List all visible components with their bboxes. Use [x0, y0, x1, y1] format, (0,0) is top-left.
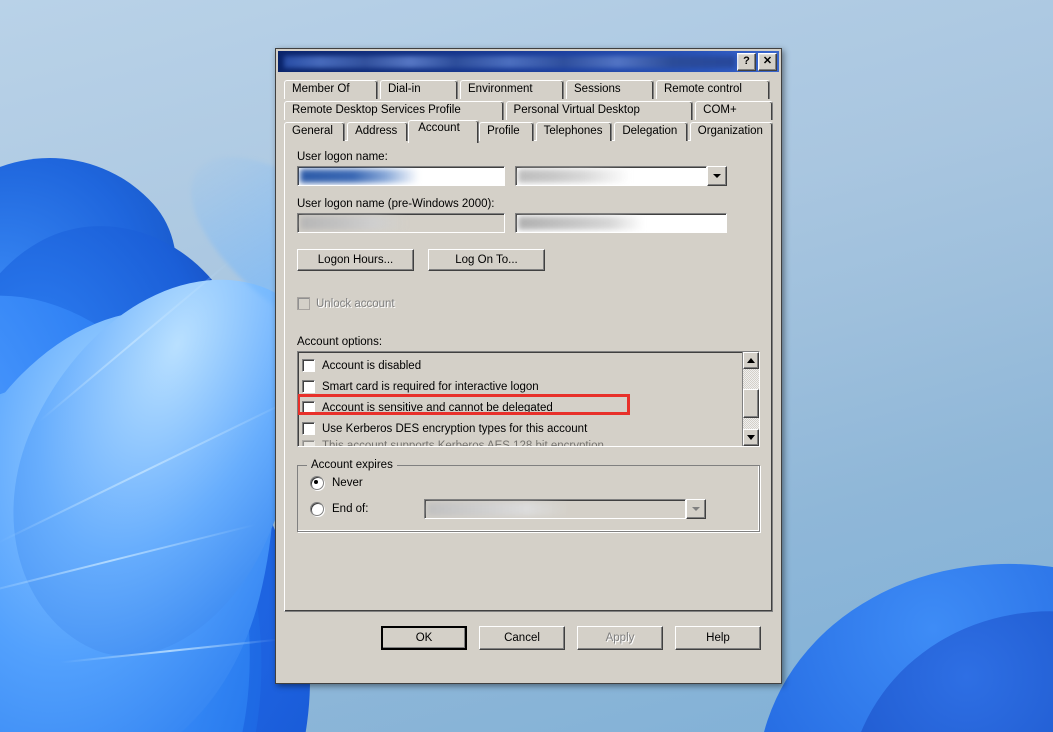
tab-row-1: Member Of Dial-in Environment Sessions R…: [284, 80, 773, 99]
tab-delegation[interactable]: Delegation: [614, 122, 688, 141]
account-expires-end-of-row[interactable]: End of:: [310, 499, 747, 519]
tab-row-3: General Address Account Profile Telephon…: [284, 120, 774, 143]
tab-telephones[interactable]: Telephones: [535, 122, 613, 141]
pre-windows-2000-row: [297, 213, 760, 233]
tab-remote-desktop-services-profile[interactable]: Remote Desktop Services Profile: [284, 101, 504, 120]
user-logon-suffix-combo[interactable]: [515, 166, 727, 186]
account-options-listbox[interactable]: Account is disabled Smart card is requir…: [297, 351, 760, 447]
tab-environment[interactable]: Environment: [460, 80, 564, 99]
pre-windows-2000-label: User logon name (pre-Windows 2000):: [297, 198, 495, 210]
tab-general[interactable]: General: [284, 122, 346, 141]
chevron-down-icon: [686, 499, 706, 519]
tab-profile[interactable]: Profile: [479, 122, 534, 141]
redacted-value: [427, 502, 570, 516]
help-button[interactable]: Help: [675, 626, 761, 650]
account-expires-group: Account expires Never End of:: [297, 459, 760, 532]
list-item[interactable]: Account is disabled: [302, 355, 742, 376]
help-icon[interactable]: ?: [737, 52, 756, 71]
list-item[interactable]: Smart card is required for interactive l…: [302, 376, 742, 397]
unlock-account-checkbox: [297, 297, 310, 310]
cancel-button[interactable]: Cancel: [479, 626, 565, 650]
close-icon[interactable]: ✕: [758, 52, 777, 71]
account-options-items: Account is disabled Smart card is requir…: [298, 352, 742, 446]
tab-account[interactable]: Account: [408, 120, 480, 143]
log-on-to-button[interactable]: Log On To...: [428, 249, 545, 271]
end-of-date-combo: [424, 499, 706, 519]
pre-windows-2000-domain-input: [297, 213, 505, 233]
dialog-footer: OK Cancel Apply Help: [284, 612, 773, 650]
listbox-scrollbar[interactable]: [742, 352, 759, 446]
redacted-value: [518, 216, 644, 230]
option-label: Account is disabled: [322, 359, 422, 372]
scrollbar-track[interactable]: [743, 369, 759, 429]
user-logon-name-label: User logon name:: [297, 151, 388, 163]
option-checkbox[interactable]: [302, 401, 315, 414]
user-logon-name-row: [297, 166, 760, 186]
unlock-account-checkbox-row: Unlock account: [297, 297, 760, 310]
list-item[interactable]: This account supports Kerberos AES 128 b…: [302, 439, 742, 446]
tab-remote-control[interactable]: Remote control: [656, 80, 770, 99]
unlock-account-label: Unlock account: [316, 297, 395, 310]
end-of-radio[interactable]: [310, 502, 324, 516]
window-title: [284, 55, 735, 68]
tab-com-plus[interactable]: COM+: [695, 101, 773, 120]
redacted-value: [300, 169, 420, 183]
option-checkbox[interactable]: [302, 439, 315, 446]
pre-windows-2000-name-input[interactable]: [515, 213, 727, 233]
scrollbar-thumb[interactable]: [743, 388, 759, 418]
dialog-body: Member Of Dial-in Environment Sessions R…: [276, 74, 781, 650]
chevron-down-icon[interactable]: [707, 166, 727, 186]
tab-dial-in[interactable]: Dial-in: [380, 80, 458, 99]
user-logon-suffix-input[interactable]: [515, 166, 707, 186]
account-tab-panel: User logon name: User logon name (pre-Wi…: [284, 140, 773, 612]
redacted-value: [518, 169, 636, 183]
account-expires-title: Account expires: [307, 459, 397, 471]
tab-organization[interactable]: Organization: [689, 122, 774, 141]
scroll-up-icon[interactable]: [743, 352, 759, 369]
account-options-label: Account options:: [297, 336, 383, 348]
tab-address[interactable]: Address: [347, 122, 409, 141]
list-item[interactable]: Use Kerberos DES encryption types for th…: [302, 418, 742, 439]
logon-hours-button[interactable]: Logon Hours...: [297, 249, 414, 271]
ok-button[interactable]: OK: [381, 626, 467, 650]
redacted-value: [300, 216, 408, 230]
scroll-down-icon[interactable]: [743, 429, 759, 446]
user-logon-name-input[interactable]: [297, 166, 505, 186]
tab-row-2: Remote Desktop Services Profile Personal…: [284, 101, 773, 120]
logon-buttons-row: Logon Hours... Log On To...: [297, 249, 760, 271]
title-bar[interactable]: ? ✕: [278, 51, 779, 72]
apply-button: Apply: [577, 626, 663, 650]
tab-member-of[interactable]: Member Of: [284, 80, 378, 99]
never-radio[interactable]: [310, 476, 324, 490]
option-checkbox[interactable]: [302, 422, 315, 435]
tab-sessions[interactable]: Sessions: [566, 80, 654, 99]
account-properties-dialog: ? ✕ Member Of Dial-in Environment Sessio…: [275, 48, 782, 684]
account-expires-never-row[interactable]: Never: [310, 476, 747, 490]
option-label: Account is sensitive and cannot be deleg…: [322, 401, 553, 414]
option-label: This account supports Kerberos AES 128 b…: [322, 440, 604, 446]
option-checkbox[interactable]: [302, 380, 315, 393]
end-of-date-input: [424, 499, 686, 519]
never-label: Never: [332, 477, 363, 489]
option-checkbox[interactable]: [302, 359, 315, 372]
tab-personal-virtual-desktop[interactable]: Personal Virtual Desktop: [505, 101, 694, 120]
end-of-label: End of:: [332, 503, 369, 515]
option-label: Smart card is required for interactive l…: [322, 380, 539, 393]
list-item[interactable]: Account is sensitive and cannot be deleg…: [302, 397, 742, 418]
option-label: Use Kerberos DES encryption types for th…: [322, 422, 588, 435]
